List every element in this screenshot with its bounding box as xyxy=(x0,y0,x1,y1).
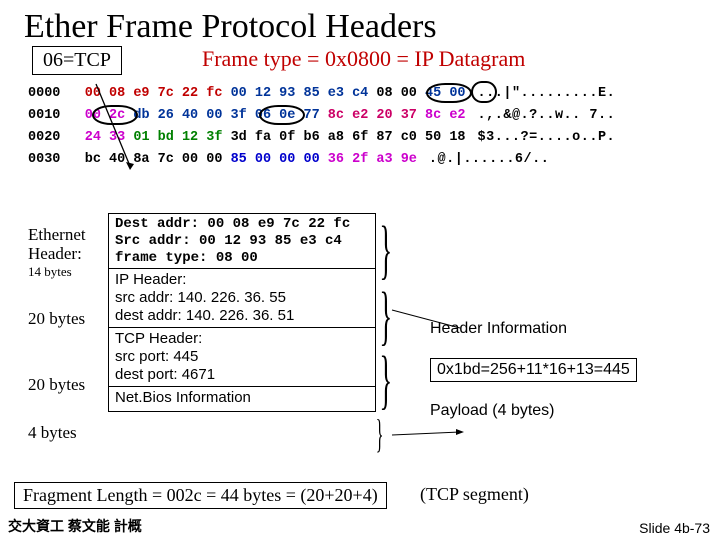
ip-box: IP Header: src addr: 140. 226. 36. 55 de… xyxy=(108,268,376,328)
footer-left: 交大資工 蔡文能 計概 xyxy=(8,516,142,536)
hex-row-2: 0020 24 33 01 bd 12 3f 3d fa 0f b6 a8 6f… xyxy=(28,127,708,149)
field-boxes: Dest addr: 00 08 e9 7c 22 fc Src addr: 0… xyxy=(108,214,376,412)
header-info: Header Information xyxy=(430,320,705,338)
ring-002c xyxy=(92,105,138,125)
eth-label: Ethernet Header: 14 bytes xyxy=(28,220,98,286)
subtitle-row: 06=TCP Frame type = 0x0800 = IP Datagram xyxy=(0,46,720,75)
brace-1: } xyxy=(380,212,393,288)
right-column: Header Information 0x1bd=256+11*16+13=44… xyxy=(430,320,705,440)
ring-060e xyxy=(259,105,305,125)
ring-0800 xyxy=(426,83,472,103)
frame-type-text: Frame type = 0x0800 = IP Datagram xyxy=(202,46,525,72)
hex-row-0: 0000 00 08 e9 7c 22 fc 00 12 93 85 e3 c4… xyxy=(28,83,708,105)
left-labels: Ethernet Header: 14 bytes 20 bytes 20 by… xyxy=(28,220,98,448)
payload-label: Payload (4 bytes) xyxy=(430,402,705,420)
nb-label: 4 bytes xyxy=(28,418,98,448)
brace-3: } xyxy=(380,342,393,418)
ring-45 xyxy=(471,81,497,103)
footer-right: Slide 4b-73 xyxy=(639,520,710,536)
hex-dump: 0000 00 08 e9 7c 22 fc 00 12 93 85 e3 c4… xyxy=(28,83,708,171)
tcp-box: 06=TCP xyxy=(32,46,122,75)
hex-row-3: 0030 bc 40 8a 7c 00 00 85 00 00 00 36 2f… xyxy=(28,149,708,171)
eth-box: Dest addr: 00 08 e9 7c 22 fc Src addr: 0… xyxy=(108,213,376,269)
tcp-segment-label: (TCP segment) xyxy=(420,484,529,505)
tcp-label: 20 bytes xyxy=(28,352,98,418)
tcp-box-field: TCP Header: src port: 445 dest port: 467… xyxy=(108,327,376,387)
nb-box: Net.Bios Information xyxy=(108,386,376,412)
fragment-length-box: Fragment Length = 002c = 44 bytes = (20+… xyxy=(14,482,387,509)
ip-label: 20 bytes xyxy=(28,286,98,352)
brace-4: } xyxy=(376,410,384,457)
slide-title: Ether Frame Protocol Headers xyxy=(0,0,720,46)
hex-calc-box: 0x1bd=256+11*16+13=445 xyxy=(430,358,637,382)
